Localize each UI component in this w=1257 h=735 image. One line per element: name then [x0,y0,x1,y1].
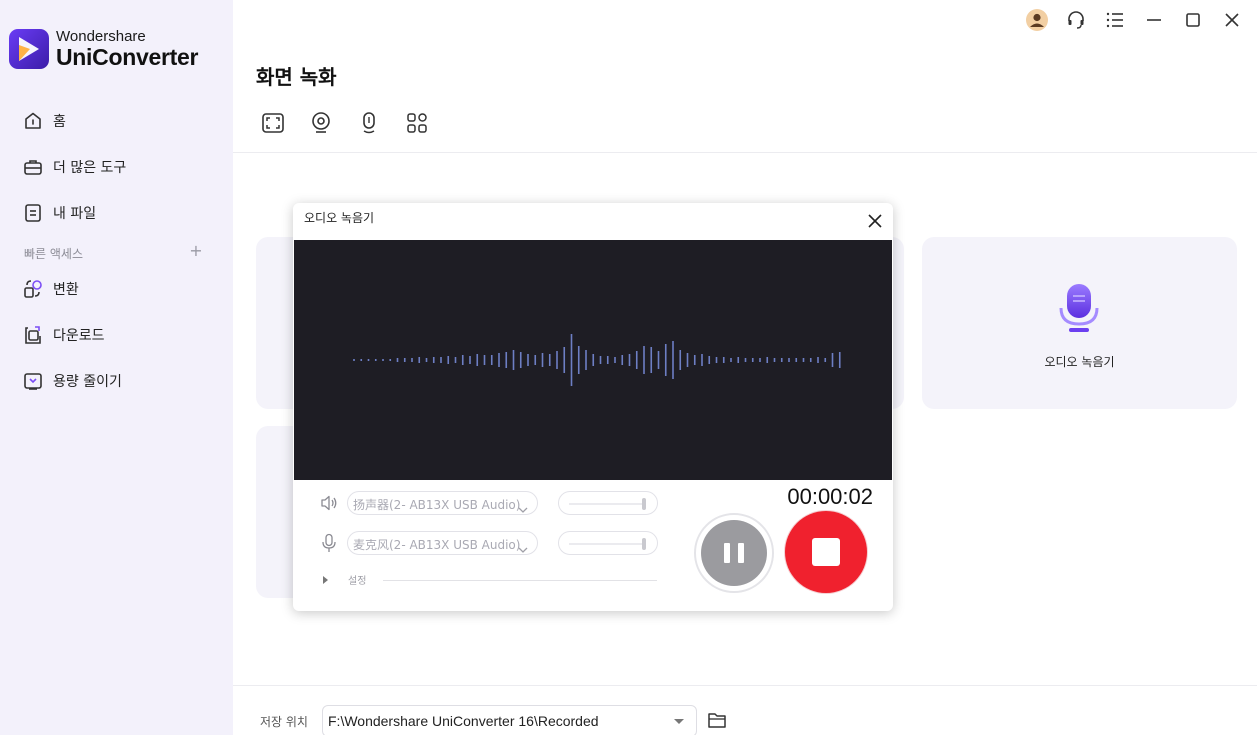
compress-icon [22,370,44,392]
sidebar-item-convert[interactable]: 변환 [22,277,79,301]
tab-audio-record[interactable] [356,112,382,138]
home-icon [22,110,44,132]
dialog-title: 오디오 녹음기 [304,211,375,225]
minimize-icon [1146,12,1162,32]
recording-timer: 00:00:02 [787,484,873,509]
apps-icon [406,112,428,138]
webcam-icon [310,111,332,139]
chevron-down-icon [518,539,528,558]
account-avatar-button[interactable] [1024,9,1050,35]
close-window-button[interactable] [1219,9,1245,35]
sidebar-item-label: 더 많은 도구 [53,160,127,176]
toolbox-icon [22,156,44,178]
uniconverter-logo-icon [9,29,49,69]
tab-screen-record[interactable] [260,112,286,138]
microphone-row: 麦克风(2- AB13X USB Audio) [319,531,658,555]
speaker-volume-slider[interactable] [558,491,658,515]
maximize-button[interactable] [1180,9,1206,35]
screen-record-icon [261,112,285,138]
slider-thumb[interactable] [642,498,646,510]
sidebar-item-my-files[interactable]: 내 파일 [22,201,96,225]
settings-divider [383,580,657,581]
minimize-button[interactable] [1141,9,1167,35]
speaker-icon [319,493,339,513]
audio-recorder-dialog: 오디오 녹음기 00:00:02 扬声器(2- AB13X USB Audio)… [293,203,893,611]
headset-icon [1066,10,1086,34]
page-title: 화면 녹화 [256,65,337,89]
menu-button[interactable] [1102,9,1128,35]
sidebar: Wondershare UniConverter 홈 더 많은 도구 내 파일 … [0,0,233,735]
window-controls [1011,9,1245,35]
chevron-down-icon [518,499,528,518]
sidebar-item-label: 홈 [53,114,66,130]
close-icon [867,214,883,233]
audio-waveform-display [294,240,892,480]
menu-icon [1106,12,1124,32]
sidebar-item-download[interactable]: 다운로드 [22,323,105,347]
chevron-down-icon [674,719,684,724]
sidebar-item-compress[interactable]: 용량 줄이기 [22,369,122,393]
open-folder-button[interactable] [707,711,727,729]
save-location-label: 저장 위치 [260,715,308,729]
maximize-icon [1185,12,1201,32]
audio-recorder-card-label: 오디오 녹음기 [1044,355,1115,369]
microphone-icon [1057,282,1101,342]
header-divider [233,152,1257,153]
footer-bar: 저장 위치 F:\Wondershare UniConverter 16\Rec… [233,685,1257,735]
slider-thumb[interactable] [642,538,646,550]
folder-icon [707,713,727,733]
speaker-row: 扬声器(2- AB13X USB Audio) [319,491,658,515]
download-icon [22,324,44,346]
sidebar-item-label: 다운로드 [53,328,105,344]
expand-arrow-icon [323,575,328,584]
sidebar-item-label: 내 파일 [53,206,97,222]
sidebar-item-more-tools[interactable]: 더 많은 도구 [22,155,126,179]
speaker-device-value: 扬声器(2- AB13X USB Audio) [353,498,521,512]
avatar-icon [1026,9,1048,35]
speaker-device-select[interactable]: 扬声器(2- AB13X USB Audio) [347,491,538,515]
audio-recorder-card[interactable]: 오디오 녹음기 [922,237,1237,409]
microphone-device-select[interactable]: 麦克风(2- AB13X USB Audio) [347,531,538,555]
audio-record-icon [359,111,379,139]
save-path-value: F:\Wondershare UniConverter 16\Recorded [328,713,599,729]
waveform [353,334,841,386]
app-logo: Wondershare UniConverter [9,29,198,69]
sidebar-item-home[interactable]: 홈 [22,109,66,133]
settings-label: 설정 [348,576,367,587]
file-icon [22,202,44,224]
sidebar-item-label: 용량 줄이기 [53,374,122,390]
convert-icon [22,278,44,300]
recording-mode-tabs [260,112,452,138]
settings-toggle[interactable]: 설정 [323,572,366,587]
microphone-volume-slider[interactable] [558,531,658,555]
brand-name: Wondershare [56,28,146,45]
stop-icon [812,538,840,566]
microphone-device-value: 麦克风(2- AB13X USB Audio) [353,538,521,552]
quick-access-label: 빠른 액세스 [24,247,84,261]
save-location-select[interactable]: F:\Wondershare UniConverter 16\Recorded [322,705,697,735]
tab-more-apps[interactable] [404,112,430,138]
tab-webcam[interactable] [308,112,334,138]
support-button[interactable] [1063,9,1089,35]
product-name: UniConverter [56,44,199,70]
stop-button[interactable] [785,511,867,593]
close-icon [1224,12,1240,32]
sidebar-item-label: 변환 [53,282,79,298]
microphone-icon [319,533,339,553]
pause-button[interactable] [694,513,774,593]
dialog-close-button[interactable] [867,213,883,229]
add-quick-access-button[interactable]: + [188,243,204,259]
